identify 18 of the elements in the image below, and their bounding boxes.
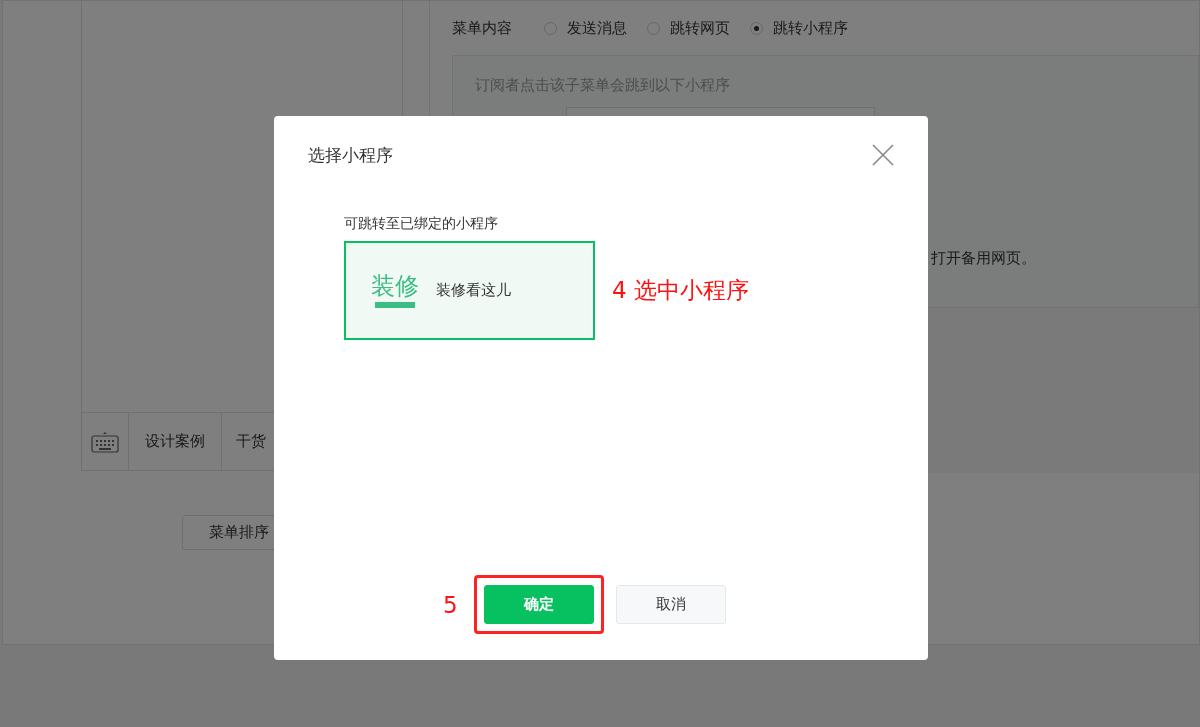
close-icon[interactable] <box>872 144 894 166</box>
annotation-text: 4 选中小程序 <box>612 276 749 305</box>
logo: 装修 <box>370 273 420 308</box>
fallback-note: 打开备用网页。 <box>931 249 1037 268</box>
dialog-title: 选择小程序 <box>308 143 393 167</box>
keyboard-icon[interactable] <box>91 430 119 453</box>
radio-label[interactable]: 发送消息 <box>567 18 627 38</box>
annotation-text: 5 <box>443 592 458 618</box>
confirm-button[interactable]: 确定 <box>483 585 594 624</box>
cancel-button[interactable]: 取消 <box>615 585 726 624</box>
radio-label[interactable]: 跳转小程序 <box>773 18 848 38</box>
program-card[interactable]: 装修 装修看这儿 <box>344 241 595 340</box>
radio-button[interactable] <box>750 21 763 35</box>
menu-tab[interactable]: 设计案例 <box>128 413 221 470</box>
dialog-subtitle: 可跳转至已绑定的小程序 <box>344 215 499 233</box>
program-name: 装修看这儿 <box>436 281 511 300</box>
field-label: 菜单内容 <box>452 18 513 38</box>
radio-label[interactable]: 跳转网页 <box>670 18 730 38</box>
